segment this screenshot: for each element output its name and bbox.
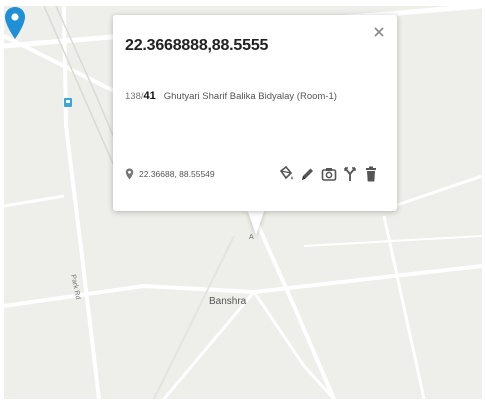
trash-icon[interactable] xyxy=(363,165,379,183)
info-popup: 22.3668888,88.5555 138/41 Ghutyari Sharif… xyxy=(113,15,397,211)
map-small-label: A xyxy=(249,234,254,241)
position-readout: 22.36688, 88.55549 xyxy=(139,169,215,179)
popup-address: 138/41 Ghutyari Sharif Balika Bidyalay (R… xyxy=(125,90,337,102)
close-icon[interactable] xyxy=(371,24,387,40)
address-place: Ghutyari Sharif Balika Bidyalay (Room-1) xyxy=(163,91,337,102)
place-label: Banshra xyxy=(209,296,247,307)
map-marker-icon[interactable] xyxy=(4,6,26,40)
popup-footer: 22.36688, 88.55549 xyxy=(125,165,385,183)
paint-bucket-icon[interactable] xyxy=(278,165,294,183)
camera-icon[interactable] xyxy=(321,165,337,183)
map-frame: Park Rd A Banshra 22.3668888,88.5555 138… xyxy=(0,0,485,405)
popup-coordinates-title: 22.3668888,88.5555 xyxy=(125,37,269,54)
pencil-icon[interactable] xyxy=(299,165,315,183)
route-fork-icon[interactable] xyxy=(342,165,358,183)
address-number: 41 xyxy=(143,90,156,102)
address-number-prefix: 138/ xyxy=(125,91,144,102)
location-pin-icon xyxy=(125,168,134,180)
popup-tail xyxy=(247,209,265,235)
